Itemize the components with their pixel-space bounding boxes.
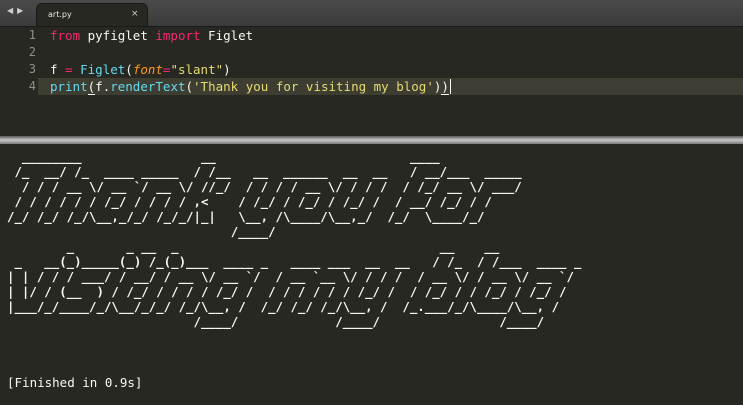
line-number: 3: [28, 62, 36, 76]
code-editor[interactable]: 1 2 3 4 from pyfiglet import Figlet f = …: [0, 27, 743, 136]
keyword-from: from: [50, 28, 81, 43]
object-f: f.: [95, 79, 111, 94]
ascii-art-output: ________ __ ____ /_ __/ /_ ____ _____ / …: [7, 149, 582, 329]
close-paren: ): [223, 62, 231, 77]
code-line-1: from pyfiglet import Figlet: [50, 27, 253, 44]
module-name: pyfiglet: [80, 28, 156, 43]
tab-back-arrow-icon[interactable]: ◀: [6, 5, 14, 17]
builtin-print: print: [50, 79, 88, 94]
assign-operator: =: [65, 62, 73, 77]
tab-label: art.py: [48, 10, 72, 19]
string-thank-you: 'Thank you for visiting my blog': [193, 79, 434, 94]
text-cursor: [449, 79, 451, 94]
line-number: 4: [28, 79, 36, 93]
line-number: 1: [28, 28, 36, 42]
tab-close-icon[interactable]: ×: [131, 8, 139, 20]
line-number-gutter: 1 2 3 4: [0, 27, 38, 136]
line-number: 2: [28, 45, 36, 59]
open-paren: (: [125, 62, 133, 77]
sublime-text-window: ◀ ▶ art.py × 1 2 3 4 from pyfiglet impor…: [0, 0, 743, 405]
open-paren-inner: (: [185, 79, 194, 94]
panel-splitter[interactable]: [0, 136, 743, 144]
class-call-figlet: Figlet: [80, 62, 126, 77]
keyword-argument-font: font: [132, 62, 163, 77]
code-area[interactable]: from pyfiglet import Figlet f = Figlet(f…: [50, 27, 743, 136]
variable-f: f: [50, 62, 66, 77]
string-slant: "slant": [170, 62, 224, 77]
tab-bar: ◀ ▶ art.py ×: [0, 0, 743, 27]
code-line-3: f = Figlet(font="slant"): [50, 61, 231, 78]
tab-forward-arrow-icon[interactable]: ▶: [16, 5, 24, 17]
build-finished-status: [Finished in 0.9s]: [7, 375, 143, 390]
code-line-4: print(f.renderText('Thank you for visiti…: [50, 78, 451, 95]
tab-navigation: ◀ ▶: [6, 5, 24, 17]
imported-name: Figlet: [200, 28, 254, 43]
method-render-text: renderText: [110, 79, 186, 94]
tab-art-py[interactable]: art.py ×: [37, 4, 147, 26]
keyword-import: import: [155, 28, 201, 43]
build-output-panel: ________ __ ____ /_ __/ /_ ____ _____ / …: [0, 144, 743, 405]
close-paren: ): [441, 79, 449, 95]
